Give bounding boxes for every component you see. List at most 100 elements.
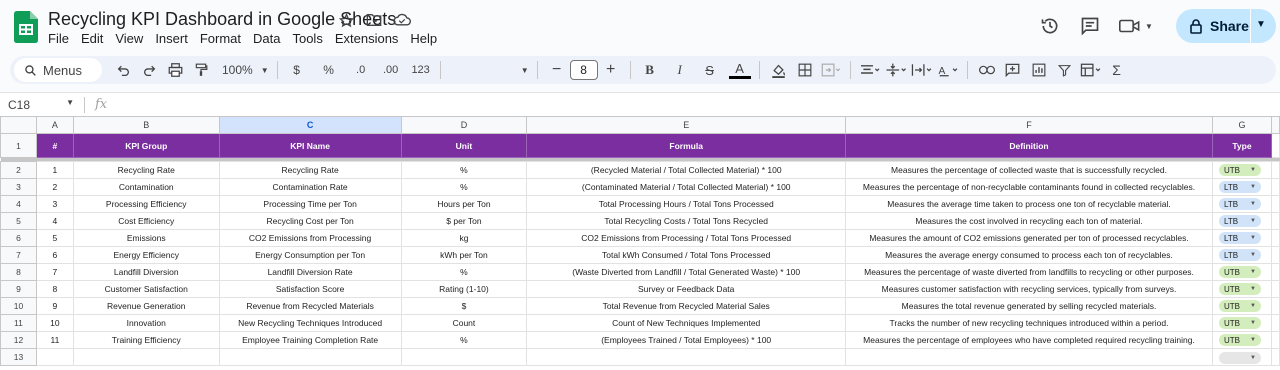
- header-cell-definition[interactable]: Definition: [845, 133, 1213, 158]
- insert-chart-icon[interactable]: [1028, 58, 1050, 82]
- type-dropdown-chip[interactable]: UTB ▼: [1218, 300, 1261, 312]
- cell-type[interactable]: LTB ▼: [1211, 178, 1272, 196]
- number-format-button[interactable]: 123: [410, 58, 432, 82]
- cell-formula[interactable]: Total Recycling Costs / Total Tons Recyc…: [526, 212, 847, 230]
- cell-number[interactable]: 5: [35, 229, 74, 247]
- menu-format[interactable]: Format: [200, 31, 247, 46]
- cell-definition[interactable]: Measures the cost involved in recycling …: [845, 212, 1213, 230]
- cell-unit[interactable]: Hours per Ton: [400, 195, 528, 213]
- share-button[interactable]: Share ▼: [1176, 9, 1276, 43]
- cell-number[interactable]: 3: [35, 195, 74, 213]
- column-header-a[interactable]: A: [35, 116, 74, 134]
- cell-number[interactable]: 8: [35, 280, 74, 298]
- header-cell-kpi-name[interactable]: KPI Name: [218, 133, 402, 158]
- column-header-h[interactable]: [1270, 116, 1280, 134]
- cell-number[interactable]: 10: [35, 314, 74, 332]
- row-number[interactable]: 6: [0, 229, 37, 247]
- type-dropdown-chip[interactable]: LTB ▼: [1218, 249, 1261, 261]
- cell-kpi-name[interactable]: Processing Time per Ton: [218, 195, 402, 213]
- chip-dropdown-arrow-icon[interactable]: ▼: [1250, 218, 1256, 224]
- cell-kpi-name[interactable]: Recycling Cost per Ton: [218, 212, 402, 230]
- increase-font-size-icon[interactable]: +: [600, 58, 622, 82]
- empty-cell[interactable]: [1270, 161, 1280, 179]
- column-header-f[interactable]: F: [845, 116, 1213, 134]
- cell-unit[interactable]: $: [400, 297, 528, 315]
- cell-unit[interactable]: $ per Ton: [400, 212, 528, 230]
- cell-kpi-group[interactable]: Recycling Rate: [72, 161, 220, 179]
- cell-unit[interactable]: kWh per Ton: [400, 246, 528, 264]
- cell-unit[interactable]: kg: [400, 229, 528, 247]
- redo-icon[interactable]: [138, 58, 160, 82]
- cell-formula[interactable]: Survey or Feedback Data: [526, 280, 847, 298]
- menu-help[interactable]: Help: [410, 31, 443, 46]
- cell-unit[interactable]: %: [400, 331, 528, 349]
- chip-dropdown-arrow-icon[interactable]: ▼: [1250, 269, 1256, 275]
- cell-formula[interactable]: Total Revenue from Recycled Material Sal…: [526, 297, 847, 315]
- cell-kpi-group[interactable]: Customer Satisfaction: [72, 280, 220, 298]
- cell-kpi-name[interactable]: Landfill Diversion Rate: [218, 263, 402, 281]
- currency-format-button[interactable]: $: [286, 58, 308, 82]
- chip-dropdown-arrow-icon[interactable]: ▼: [1250, 286, 1256, 292]
- type-dropdown-chip[interactable]: UTB ▼: [1218, 317, 1261, 329]
- cell-definition[interactable]: Measures the average energy consumed to …: [845, 246, 1213, 264]
- cell-kpi-group[interactable]: Energy Efficiency: [72, 246, 220, 264]
- menu-extensions[interactable]: Extensions: [335, 31, 405, 46]
- cell-formula[interactable]: Count of New Techniques Implemented: [526, 314, 847, 332]
- type-dropdown-chip[interactable]: UTB ▼: [1218, 266, 1261, 278]
- chip-dropdown-arrow-icon[interactable]: ▼: [1250, 167, 1256, 173]
- decrease-decimal-button[interactable]: .0: [350, 58, 372, 82]
- row-number[interactable]: 2: [0, 161, 37, 179]
- cell-kpi-name[interactable]: New Recycling Techniques Introduced: [218, 314, 402, 332]
- empty-cell[interactable]: [1270, 229, 1280, 247]
- type-dropdown-chip[interactable]: LTB ▼: [1218, 232, 1261, 244]
- cloud-status-icon[interactable]: [393, 10, 411, 30]
- cell-kpi-group[interactable]: Training Efficiency: [72, 331, 220, 349]
- paint-format-icon[interactable]: [190, 58, 212, 82]
- cell-definition[interactable]: Measures the percentage of waste diverte…: [845, 263, 1213, 281]
- cell-kpi-group[interactable]: Contamination: [72, 178, 220, 196]
- cell-number[interactable]: [35, 348, 74, 366]
- cell-type[interactable]: UTB ▼: [1211, 263, 1272, 281]
- filter-views-icon[interactable]: [1080, 58, 1102, 82]
- fill-color-icon[interactable]: [768, 58, 790, 82]
- comments-icon[interactable]: [1070, 8, 1110, 44]
- chip-dropdown-arrow-icon[interactable]: ▼: [1250, 355, 1256, 361]
- borders-icon[interactable]: [794, 58, 816, 82]
- zoom-select[interactable]: 100% ▼: [222, 58, 269, 82]
- menu-edit[interactable]: Edit: [81, 31, 109, 46]
- cell-number[interactable]: 9: [35, 297, 74, 315]
- cell-kpi-group[interactable]: Innovation: [72, 314, 220, 332]
- cell-unit[interactable]: Rating (1-10): [400, 280, 528, 298]
- cell-kpi-group[interactable]: Processing Efficiency: [72, 195, 220, 213]
- empty-cell[interactable]: [1270, 348, 1280, 366]
- menus-search[interactable]: Menus: [14, 58, 102, 82]
- cell-number[interactable]: 4: [35, 212, 74, 230]
- cell-number[interactable]: 6: [35, 246, 74, 264]
- cell-unit[interactable]: %: [400, 161, 528, 179]
- name-box-dropdown-icon[interactable]: ▼: [66, 98, 74, 112]
- increase-decimal-button[interactable]: .00: [380, 58, 402, 82]
- menu-data[interactable]: Data: [253, 31, 286, 46]
- row-number[interactable]: 11: [0, 314, 37, 332]
- type-dropdown-chip[interactable]: LTB ▼: [1218, 181, 1261, 193]
- column-header-e[interactable]: E: [526, 116, 847, 134]
- type-dropdown-chip[interactable]: ▼: [1218, 352, 1261, 364]
- cell-kpi-group[interactable]: Revenue Generation: [72, 297, 220, 315]
- empty-cell[interactable]: [1270, 133, 1280, 158]
- menu-insert[interactable]: Insert: [155, 31, 194, 46]
- column-header-d[interactable]: D: [400, 116, 528, 134]
- cell-type[interactable]: LTB ▼: [1211, 246, 1272, 264]
- cell-formula[interactable]: (Employees Trained / Total Employees) * …: [526, 331, 847, 349]
- header-cell-formula[interactable]: Formula: [526, 133, 847, 158]
- cell-definition[interactable]: Measures the total revenue generated by …: [845, 297, 1213, 315]
- cell-kpi-name[interactable]: Contamination Rate: [218, 178, 402, 196]
- row-number[interactable]: 5: [0, 212, 37, 230]
- empty-cell[interactable]: [1270, 314, 1280, 332]
- cell-unit[interactable]: %: [400, 178, 528, 196]
- cell-type[interactable]: UTB ▼: [1211, 331, 1272, 349]
- cell-kpi-group[interactable]: Cost Efficiency: [72, 212, 220, 230]
- empty-cell[interactable]: [1270, 195, 1280, 213]
- chip-dropdown-arrow-icon[interactable]: ▼: [1250, 235, 1256, 241]
- cell-unit[interactable]: [400, 348, 528, 366]
- horizontal-align-icon[interactable]: [859, 58, 881, 82]
